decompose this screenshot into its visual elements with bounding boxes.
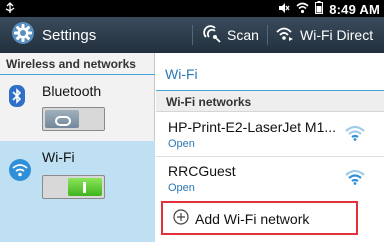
bluetooth-icon <box>9 85 25 112</box>
toggle-knob <box>68 178 102 196</box>
toggle-knob <box>45 110 79 128</box>
wifi-icon <box>9 159 31 186</box>
wifi-signal-strength-icon <box>345 125 365 146</box>
action-divider <box>267 25 268 45</box>
settings-sidebar: Wireless and networks Bluetooth Wi-Fi <box>0 53 155 242</box>
wifi-direct-icon <box>276 26 294 45</box>
add-circle-icon <box>173 209 189 230</box>
network-list-item[interactable]: RRCGuest Open <box>156 157 384 201</box>
action-divider <box>192 25 193 45</box>
sidebar-item-label: Bluetooth <box>42 83 102 99</box>
page-title: Settings <box>42 26 97 44</box>
settings-gear-icon <box>10 20 36 50</box>
sidebar-item-label: Wi-Fi <box>42 149 75 165</box>
wifi-direct-label: Wi-Fi Direct <box>300 27 374 43</box>
battery-icon <box>315 1 324 17</box>
wifi-signal-strength-icon <box>345 169 365 190</box>
usb-notification-icon <box>4 2 16 17</box>
action-bar: Settings Scan Wi-Fi Direct <box>0 17 384 53</box>
bluetooth-toggle[interactable] <box>42 107 105 131</box>
detail-title: Wi-Fi <box>165 66 198 82</box>
network-list-item[interactable]: HP-Print-E2-LaserJet M1... Open <box>156 113 384 157</box>
wifi-networks-subheader: Wi-Fi networks <box>156 91 384 112</box>
wifi-direct-button[interactable]: Wi-Fi Direct <box>276 17 373 53</box>
network-name: RRCGuest <box>168 163 236 179</box>
network-security: Open <box>168 138 195 150</box>
mute-icon <box>278 2 290 17</box>
sidebar-item-wifi[interactable]: Wi-Fi <box>0 141 155 242</box>
wifi-signal-icon <box>296 2 309 17</box>
wifi-detail-panel: Wi-Fi Wi-Fi networks HP-Print-E2-LaserJe… <box>156 53 384 242</box>
network-name: HP-Print-E2-LaserJet M1... <box>168 119 337 135</box>
scan-label: Scan <box>227 27 259 43</box>
settings-home-button[interactable]: Settings <box>10 17 96 53</box>
add-network-label: Add Wi-Fi network <box>195 211 310 227</box>
add-wifi-network-button[interactable]: Add Wi-Fi network <box>161 201 358 235</box>
network-security: Open <box>168 182 195 194</box>
sidebar-item-bluetooth[interactable]: Bluetooth <box>0 75 155 141</box>
scan-button[interactable]: Scan <box>203 17 259 53</box>
wifi-toggle[interactable] <box>42 175 105 199</box>
status-bar: 8:49 AM <box>0 0 384 17</box>
section-header-wireless: Wireless and networks <box>0 53 155 75</box>
scan-icon <box>203 24 221 46</box>
status-time: 8:49 AM <box>329 1 380 17</box>
